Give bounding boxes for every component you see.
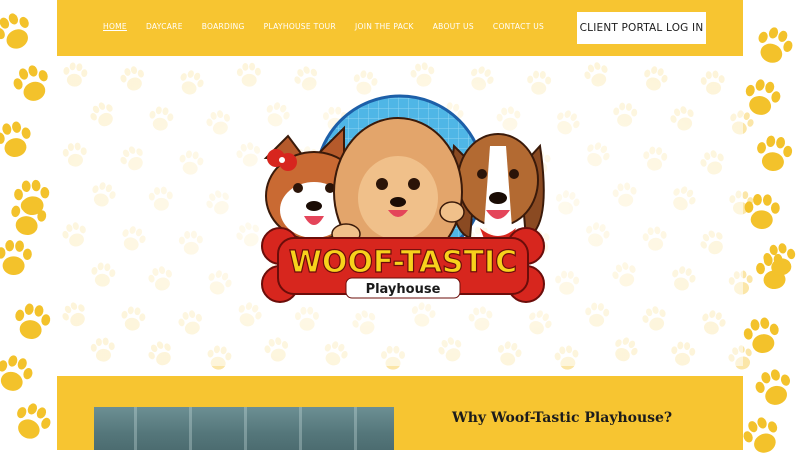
paw-print-icon <box>757 237 800 283</box>
paw-print-icon <box>739 189 785 235</box>
paw-print-icon <box>4 56 59 111</box>
facility-photo <box>94 407 394 450</box>
logo-subtitle: Playhouse <box>366 282 441 297</box>
why-heading: Why Woof-Tastic Playhouse? <box>452 410 673 426</box>
paw-print-icon <box>7 297 58 348</box>
site-header: HOME DAYCARE BOARDING PLAYHOUSE TOUR JOI… <box>57 0 743 56</box>
paw-print-icon <box>3 193 54 244</box>
nav-item-contact-us[interactable]: CONTACT US <box>493 20 544 34</box>
paw-print-icon <box>749 129 799 179</box>
nav-item-home[interactable]: HOME <box>103 20 127 34</box>
logo-title: WOOF-TASTIC <box>289 245 517 280</box>
paw-print-icon <box>0 3 43 61</box>
paw-print-icon <box>751 249 798 296</box>
paw-print-icon <box>747 361 800 415</box>
paw-print-icon <box>737 311 788 362</box>
nav-item-boarding[interactable]: BOARDING <box>202 20 245 34</box>
bone-banner: WOOF-TASTIC Playhouse <box>261 227 545 303</box>
nav-item-daycare[interactable]: DAYCARE <box>146 20 183 34</box>
paw-print-icon <box>746 18 800 74</box>
client-portal-login-button[interactable]: CLIENT PORTAL LOG IN <box>577 12 706 44</box>
woof-tastic-logo: WOOF-TASTIC Playhouse <box>248 88 558 318</box>
nav-item-playhouse-tour[interactable]: PLAYHOUSE TOUR <box>264 20 336 34</box>
main-nav: HOME DAYCARE BOARDING PLAYHOUSE TOUR JOI… <box>103 20 563 34</box>
why-section: Why Woof-Tastic Playhouse? <box>57 376 743 450</box>
paw-print-icon <box>3 393 61 451</box>
nav-item-join-the-pack[interactable]: JOIN THE PACK <box>355 20 414 34</box>
paw-print-icon <box>0 235 37 281</box>
paw-print-icon <box>0 114 40 166</box>
nav-item-about-us[interactable]: ABOUT US <box>433 20 474 34</box>
paw-print-icon <box>735 71 788 124</box>
paw-print-icon <box>9 175 56 222</box>
paw-print-icon <box>0 347 41 402</box>
